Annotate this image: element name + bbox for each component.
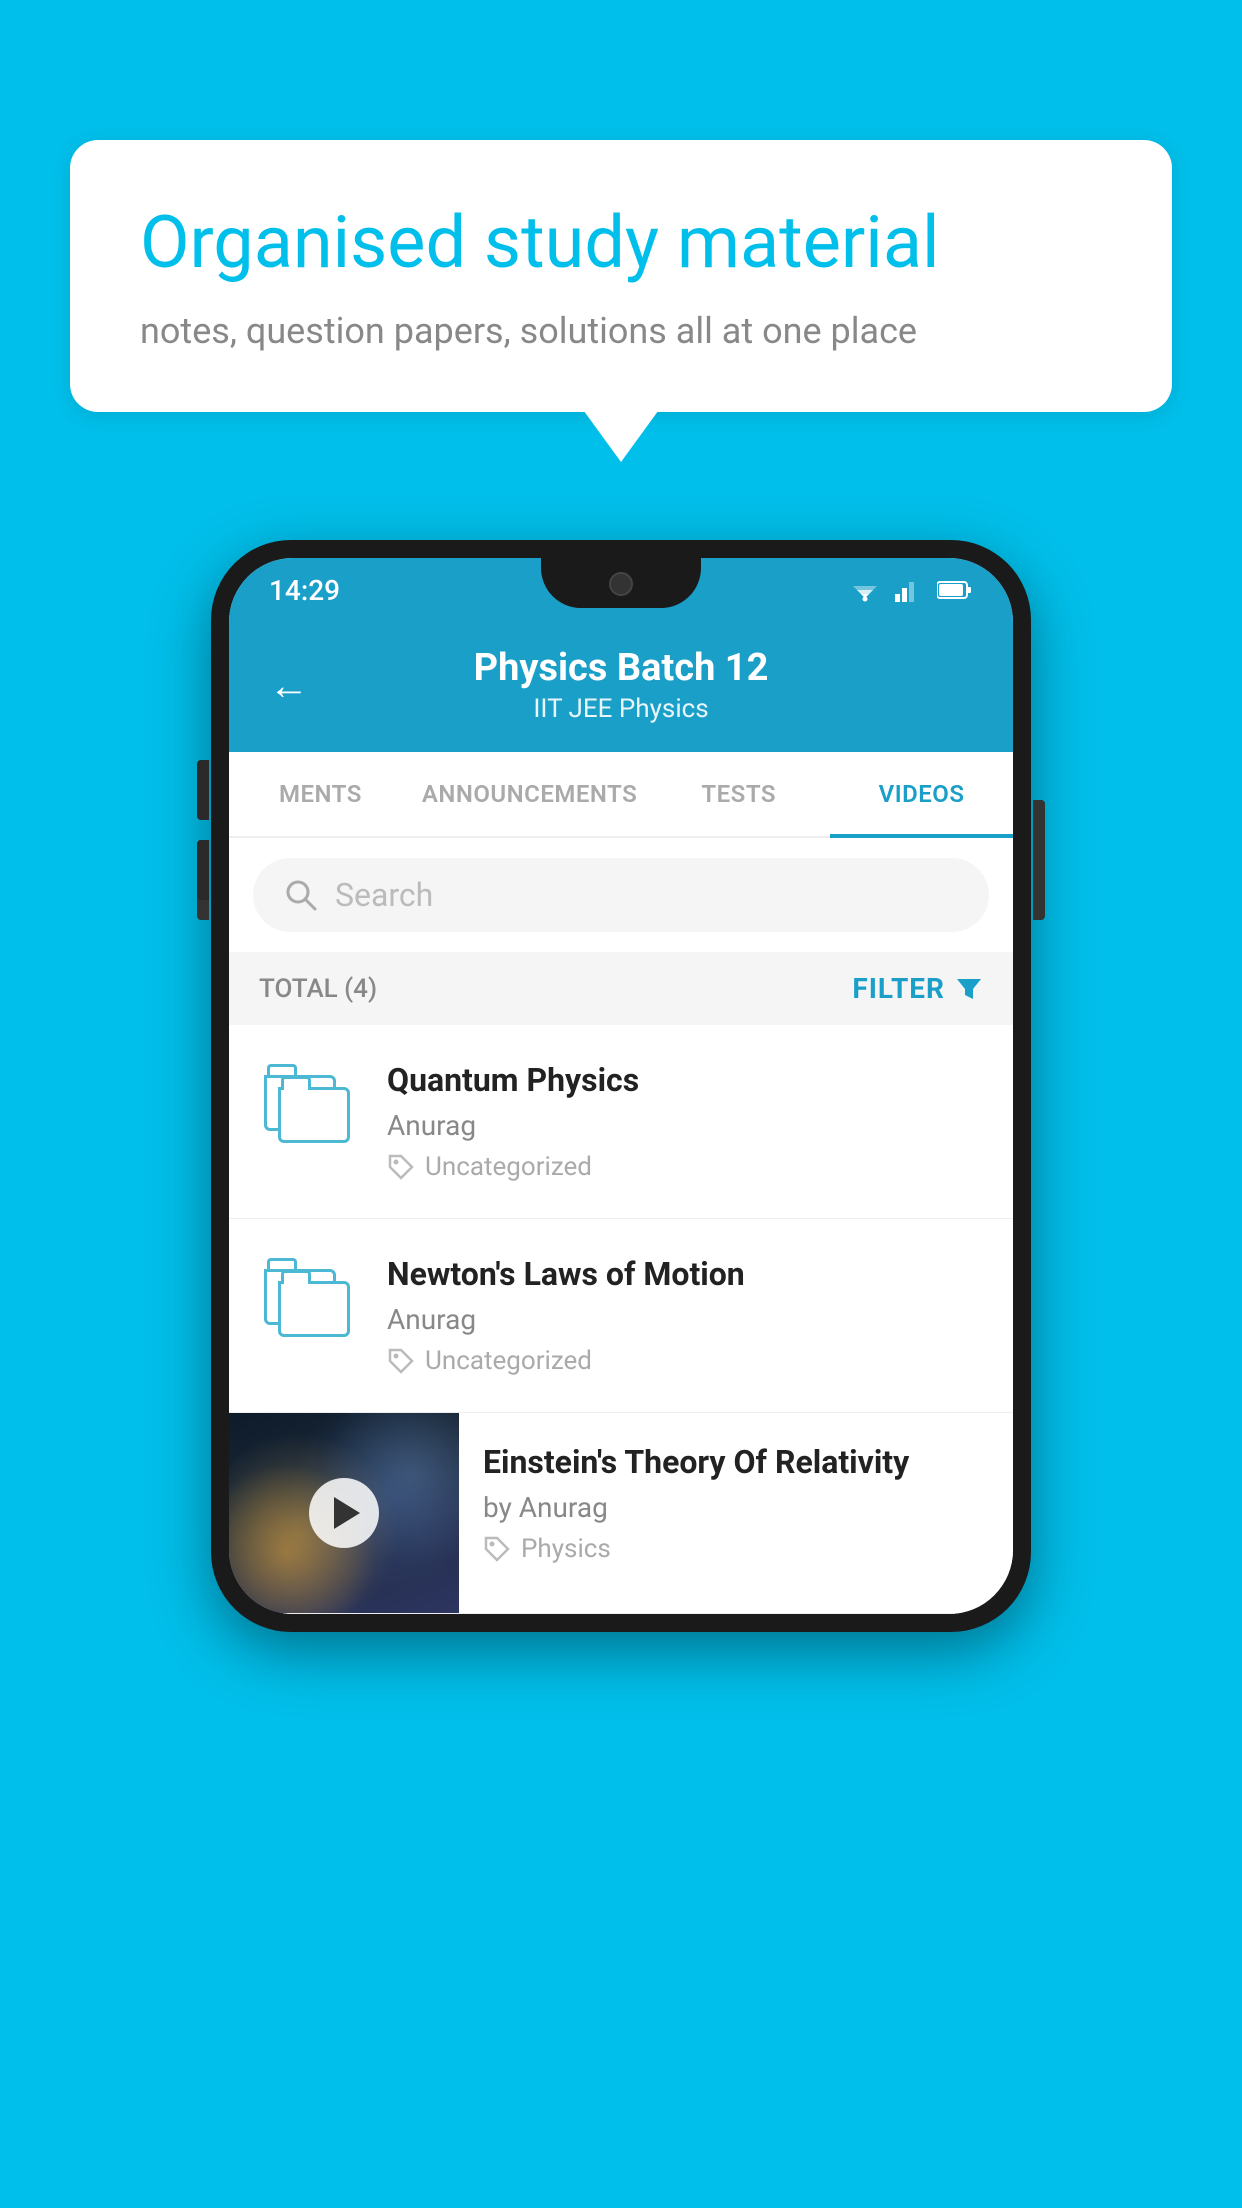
tab-announcements[interactable]: ANNOUNCEMENTS [412,752,647,836]
item-author: by Anurag [483,1491,989,1524]
item-thumbnail [259,1255,359,1337]
search-placeholder: Search [335,876,433,914]
app-header: ← Physics Batch 12 IIT JEE Physics [229,622,1013,752]
tab-tests[interactable]: TESTS [647,752,830,836]
item-tag: Uncategorized [425,1346,592,1376]
back-button[interactable]: ← [269,662,309,709]
item-tag-row: Uncategorized [387,1152,983,1182]
volume-up-button [197,760,209,820]
signal-icon [895,578,923,602]
promo-title: Organised study material [140,200,1102,286]
item-info: Quantum Physics Anurag Uncategorized [387,1061,983,1182]
list-item[interactable]: Einstein's Theory Of Relativity by Anura… [229,1413,1013,1614]
folder-icon [264,1259,354,1337]
camera [609,572,633,596]
item-author: Anurag [387,1303,983,1336]
item-thumbnail [259,1061,359,1143]
item-info: Einstein's Theory Of Relativity by Anura… [459,1413,1013,1594]
search-container: Search [229,838,1013,952]
phone-device: 14:29 [211,540,1031,1632]
power-button [1033,800,1045,900]
status-time: 14:29 [269,574,340,607]
search-icon [283,877,319,913]
item-thumbnail [229,1413,459,1613]
tab-ments[interactable]: MENTS [229,752,412,836]
wifi-icon [849,578,881,602]
play-button[interactable] [309,1478,379,1548]
item-title: Newton's Laws of Motion [387,1255,983,1293]
item-tag: Uncategorized [425,1152,592,1182]
filter-row: TOTAL (4) FILTER [229,952,1013,1025]
promo-subtitle: notes, question papers, solutions all at… [140,310,1102,352]
tab-videos[interactable]: VIDEOS [830,752,1013,836]
item-title: Einstein's Theory Of Relativity [483,1443,989,1481]
video-list: Quantum Physics Anurag Uncategorized [229,1025,1013,1614]
tag-icon [387,1153,415,1181]
list-item[interactable]: Quantum Physics Anurag Uncategorized [229,1025,1013,1219]
tabs-bar: MENTS ANNOUNCEMENTS TESTS VIDEOS [229,752,1013,838]
folder-icon [264,1065,354,1143]
list-item[interactable]: Newton's Laws of Motion Anurag Uncategor… [229,1219,1013,1413]
header-title-group: Physics Batch 12 IIT JEE Physics [339,646,903,724]
item-info: Newton's Laws of Motion Anurag Uncategor… [387,1255,983,1376]
header-subtitle: IIT JEE Physics [339,694,903,724]
phone-screen: 14:29 [229,558,1013,1614]
item-tag-row: Uncategorized [387,1346,983,1376]
total-count: TOTAL (4) [259,974,377,1004]
play-icon [334,1497,360,1529]
volume-down-button [197,840,209,900]
header-title: Physics Batch 12 [339,646,903,690]
filter-label: FILTER [852,972,945,1005]
item-tag-row: Physics [483,1534,989,1564]
status-bar: 14:29 [229,558,1013,622]
item-tag: Physics [521,1534,611,1564]
promo-section: Organised study material notes, question… [70,140,1172,412]
filter-button[interactable]: FILTER [852,972,983,1005]
battery-icon [937,580,973,600]
item-title: Quantum Physics [387,1061,983,1099]
item-author: Anurag [387,1109,983,1142]
speech-bubble: Organised study material notes, question… [70,140,1172,412]
search-box[interactable]: Search [253,858,989,932]
tag-icon [483,1535,511,1563]
notch [541,558,701,608]
tag-icon [387,1347,415,1375]
filter-icon [955,975,983,1003]
status-icons [849,578,973,602]
phone-frame: 14:29 [211,540,1031,1632]
